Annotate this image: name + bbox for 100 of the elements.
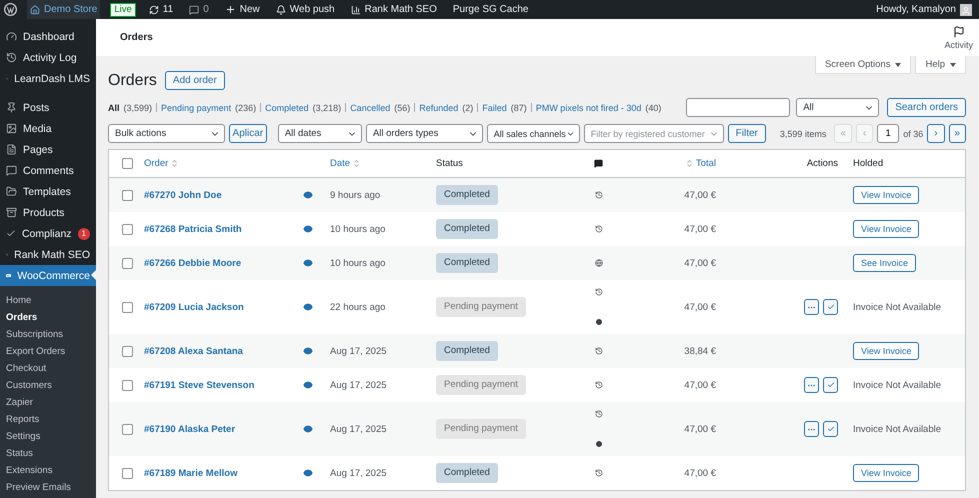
sidebar-item[interactable]: Complianz 1 bbox=[0, 223, 96, 244]
row-checkbox[interactable] bbox=[122, 380, 133, 390]
comments-link[interactable]: 0 bbox=[186, 0, 212, 19]
status-label: Pending payment bbox=[436, 375, 526, 395]
holded-column-header: Holded bbox=[852, 158, 884, 169]
order-row[interactable]: #67190 Alaska Peter Aug 17, 2025 Pending payment 47,00 € Invoice Not Available bbox=[109, 402, 965, 456]
status-filter-link[interactable]: Refunded bbox=[419, 102, 458, 112]
invoice-button[interactable]: View Invoice bbox=[853, 186, 920, 204]
status-filter-link[interactable]: Failed bbox=[482, 102, 507, 112]
submenu-item[interactable]: Home bbox=[0, 292, 96, 309]
next-page-button[interactable]: › bbox=[927, 124, 945, 143]
submenu-item[interactable]: Customers bbox=[0, 377, 96, 394]
sidebar-item[interactable]: WooCommerce bbox=[0, 265, 96, 286]
sales-channels-select[interactable]: All sales channels bbox=[486, 124, 580, 143]
invoice-button[interactable]: View Invoice bbox=[853, 342, 920, 360]
row-checkbox[interactable] bbox=[122, 224, 133, 234]
order-row[interactable]: #67270 John Doe 9 hours ago Completed 47,00 € View Invoice bbox=[109, 178, 965, 212]
order-link[interactable]: #67268 Patricia Smith bbox=[136, 224, 294, 234]
count-badge: 1 bbox=[78, 228, 90, 240]
bulk-actions-select[interactable]: Bulk actions bbox=[108, 124, 225, 143]
status-count: (87) bbox=[510, 102, 527, 112]
order-link[interactable]: #67266 Debbie Moore bbox=[136, 258, 294, 268]
apply-button[interactable]: Aplicar bbox=[228, 124, 267, 143]
sidebar-item[interactable]: LearnDash LMS bbox=[0, 68, 96, 89]
submenu-item[interactable]: Preview Emails bbox=[0, 479, 96, 496]
add-order-button[interactable]: Add order bbox=[164, 71, 225, 90]
order-date: Aug 17, 2025 bbox=[329, 380, 388, 390]
screen-options-tab[interactable]: Screen Options bbox=[814, 56, 912, 74]
order-row[interactable]: #67266 Debbie Moore 10 hours ago Completed 47,00 € See Invoice bbox=[109, 246, 965, 280]
row-checkbox[interactable] bbox=[122, 258, 133, 268]
row-checkbox[interactable] bbox=[122, 346, 133, 356]
complete-button[interactable] bbox=[823, 377, 838, 393]
more-button[interactable] bbox=[804, 421, 819, 437]
status-filter-link[interactable]: Cancelled bbox=[350, 102, 390, 112]
more-button[interactable] bbox=[804, 377, 819, 393]
history-icon bbox=[594, 469, 602, 477]
status-label: Completed bbox=[436, 463, 498, 483]
sidebar-item[interactable]: Products bbox=[0, 202, 96, 223]
status-filter-link[interactable]: PMW pixels not fired - 30d bbox=[536, 102, 642, 112]
sidebar-item[interactable]: Pages bbox=[0, 139, 96, 160]
updates-link[interactable]: 11 bbox=[146, 0, 176, 19]
status-count: (3,218) bbox=[312, 102, 342, 112]
site-name-link[interactable]: Demo Store bbox=[27, 0, 100, 19]
total-column-header[interactable]: Total bbox=[676, 158, 716, 169]
sidebar-item[interactable]: Media bbox=[0, 118, 96, 139]
more-button[interactable] bbox=[804, 299, 819, 315]
search-orders-button[interactable]: Search orders bbox=[887, 98, 966, 117]
submenu-item[interactable]: Export Orders bbox=[0, 343, 96, 360]
greeting-link[interactable]: Howdy, Kamalyon bbox=[873, 0, 975, 19]
row-checkbox[interactable] bbox=[122, 302, 133, 312]
sidebar-item[interactable]: Dashboard bbox=[0, 26, 96, 47]
sidebar-item[interactable]: Activity Log bbox=[0, 47, 96, 68]
admin-bar-link[interactable]: Purge SG Cache bbox=[450, 0, 532, 19]
sidebar-item[interactable]: Rank Math SEO bbox=[0, 244, 96, 265]
submenu-item[interactable]: Reports bbox=[0, 411, 96, 428]
submenu-item[interactable]: Subscriptions bbox=[0, 326, 96, 343]
activity-button[interactable]: Activity bbox=[944, 26, 973, 50]
dates-select[interactable]: All dates bbox=[278, 124, 362, 143]
row-checkbox[interactable] bbox=[122, 424, 133, 434]
last-page-button[interactable]: » bbox=[948, 124, 966, 143]
submenu-item[interactable]: Extensions bbox=[0, 462, 96, 479]
order-row[interactable]: #67208 Alexa Santana Aug 17, 2025 Completed 38,84 € View Invoice bbox=[109, 334, 965, 368]
row-checkbox[interactable] bbox=[122, 468, 133, 478]
help-tab[interactable]: Help bbox=[915, 56, 966, 74]
invoice-button[interactable]: View Invoice bbox=[853, 464, 920, 482]
order-types-select[interactable]: All orders types bbox=[366, 124, 483, 143]
complete-button[interactable] bbox=[823, 421, 838, 437]
order-link[interactable]: #67189 Marie Mellow bbox=[136, 468, 294, 478]
page-number-field[interactable]: 1 bbox=[877, 124, 900, 143]
invoice-button[interactable]: See Invoice bbox=[853, 254, 916, 272]
status-filter-link[interactable]: Pending payment bbox=[161, 102, 232, 112]
admin-bar-link[interactable]: Rank Math SEO bbox=[348, 0, 440, 19]
admin-bar-link[interactable]: Web push bbox=[272, 0, 338, 19]
order-link[interactable]: #67209 Lucia Jackson bbox=[136, 302, 294, 312]
order-link[interactable]: #67208 Alexa Santana bbox=[136, 346, 294, 356]
select-all-checkbox[interactable] bbox=[122, 158, 133, 169]
date-column-header[interactable]: Date bbox=[322, 158, 362, 169]
sidebar-item[interactable]: Templates bbox=[0, 181, 96, 202]
row-checkbox[interactable] bbox=[122, 190, 133, 200]
new-link[interactable]: New bbox=[222, 0, 263, 19]
status-count: (56) bbox=[394, 102, 410, 112]
order-link[interactable]: #67190 Alaska Peter bbox=[136, 424, 294, 434]
submenu-item[interactable]: Checkout bbox=[0, 360, 96, 377]
invoice-button[interactable]: View Invoice bbox=[853, 220, 920, 238]
submenu-item[interactable]: Settings bbox=[0, 428, 96, 445]
complete-button[interactable] bbox=[823, 299, 838, 315]
sidebar-item[interactable]: Comments bbox=[0, 160, 96, 181]
sort-icon bbox=[684, 159, 694, 168]
submenu-item[interactable]: Zapier bbox=[0, 394, 96, 411]
submenu-item[interactable]: Status bbox=[0, 445, 96, 462]
status-filter-link[interactable]: Completed bbox=[265, 102, 309, 112]
search-field[interactable] bbox=[686, 98, 790, 117]
order-column-header[interactable]: Order bbox=[136, 158, 180, 169]
order-link[interactable]: #67270 John Doe bbox=[136, 190, 294, 200]
status-filter-link[interactable]: All bbox=[108, 102, 120, 112]
submenu-item[interactable]: Orders bbox=[0, 309, 96, 326]
order-link[interactable]: #67191 Steve Stevenson bbox=[136, 380, 294, 390]
sidebar-item[interactable]: Posts bbox=[0, 97, 96, 118]
search-scope-select[interactable]: All bbox=[796, 98, 880, 117]
filter-button[interactable]: Filter bbox=[728, 124, 766, 143]
